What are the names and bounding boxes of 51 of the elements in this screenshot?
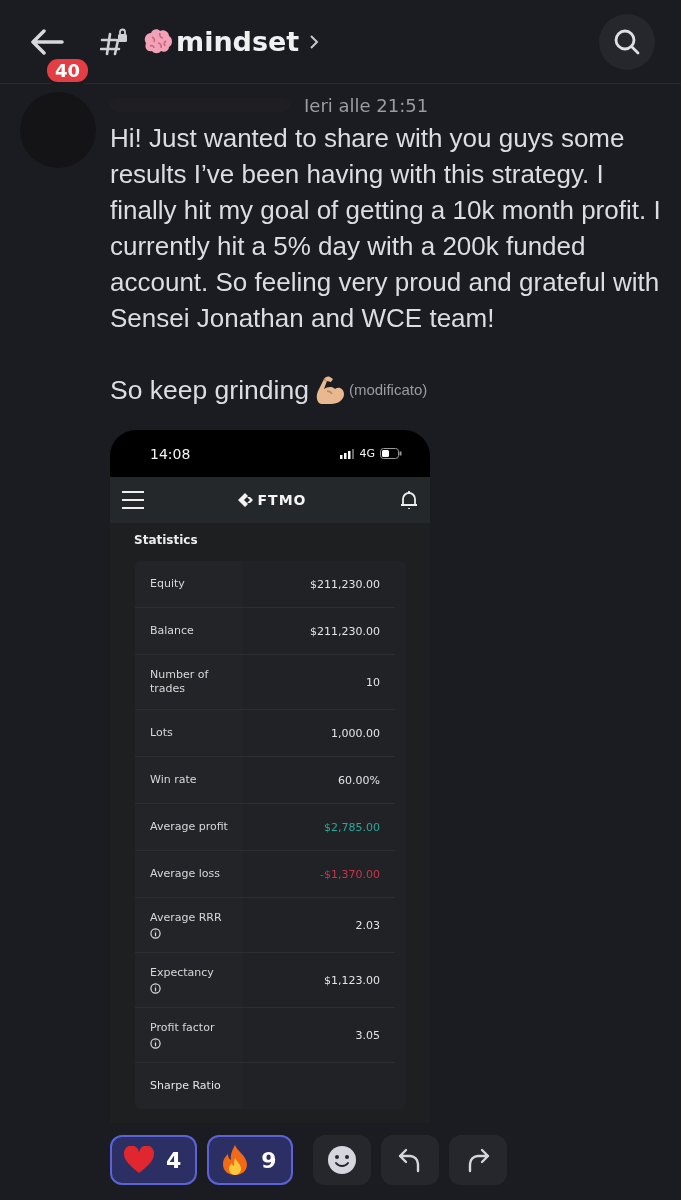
message-text: Hi! Just wanted to share with you guys some results I’ve been having with this strategy. I finally hit my goal of getting a 10k month profit. I currently hit a 5% day with a 200k funded account. So feeling very proud and grateful with Sensei Jonathan and WCE team!	[110, 122, 662, 335]
stat-label: Average RRR	[150, 911, 223, 925]
stat-value: $211,230.00	[310, 624, 380, 638]
brand-logo: FTMO	[237, 492, 307, 508]
edited-label: (modificato)	[348, 380, 428, 400]
stat-label: Profit factor	[150, 1021, 216, 1035]
stat-value: 10	[366, 675, 380, 689]
reply-button[interactable]	[380, 1135, 439, 1185]
stat-value: -$1,370.00	[320, 867, 380, 881]
back-arrow-icon	[30, 28, 64, 55]
stat-value: 60.00%	[338, 773, 380, 787]
stat-label: Win rate	[150, 773, 198, 787]
stat-value: $1,123.00	[324, 973, 380, 987]
channel-title[interactable]: mindset	[142, 26, 320, 57]
add-reaction-button[interactable]	[312, 1135, 371, 1185]
stat-label: Number of trades	[150, 668, 210, 696]
network-label: 4G	[359, 447, 375, 460]
locked-channel-icon	[100, 27, 128, 56]
flame-icon	[221, 1144, 250, 1176]
bell-icon[interactable]	[400, 490, 418, 510]
stat-label: Sharpe Ratio	[150, 1079, 222, 1093]
stat-value: $211,230.00	[310, 577, 380, 591]
heart-icon	[124, 1146, 154, 1174]
signal-icon	[340, 448, 355, 459]
stat-label: Expectancy	[150, 966, 215, 980]
back-button[interactable]	[30, 28, 64, 55]
stat-label: Average profit	[150, 820, 229, 834]
section-title: Statistics	[133, 532, 199, 549]
info-icon[interactable]	[150, 1038, 161, 1049]
reaction-button[interactable]: 4	[110, 1135, 198, 1185]
forward-button[interactable]	[448, 1135, 507, 1185]
stat-label: Equity	[150, 577, 186, 591]
smiley-icon	[326, 1145, 357, 1175]
chevron-right-icon	[309, 33, 320, 50]
reaction-button[interactable]: 9	[207, 1135, 293, 1185]
status-time: 14:08	[150, 445, 191, 462]
channel-name: mindset	[176, 26, 300, 57]
info-icon[interactable]	[150, 928, 161, 939]
stat-value: 1,000.00	[331, 726, 380, 740]
battery-icon	[380, 448, 402, 459]
stat-label: Balance	[150, 624, 195, 638]
stat-value: 3.05	[355, 1028, 380, 1042]
search-icon	[613, 27, 641, 56]
stat-value: 2.03	[355, 918, 380, 932]
stat-value: $2,785.00	[324, 820, 380, 834]
info-icon[interactable]	[150, 983, 161, 994]
stat-label: Average loss	[150, 867, 221, 881]
menu-icon[interactable]	[122, 491, 144, 509]
timestamp: Ieri alle 21:51	[304, 94, 429, 116]
stat-label: Lots	[150, 726, 174, 740]
message-text: So keep grinding	[110, 374, 309, 407]
